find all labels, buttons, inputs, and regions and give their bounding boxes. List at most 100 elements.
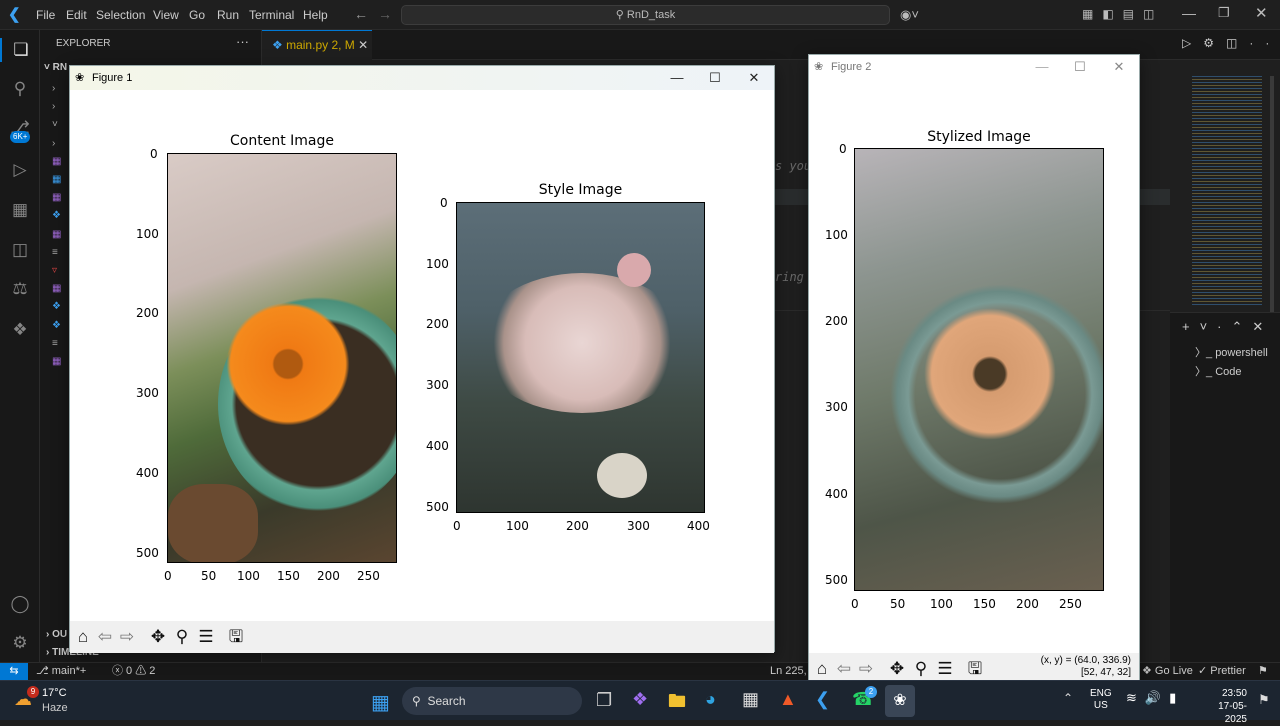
notification-bell-icon[interactable]: ⚑: [1258, 692, 1270, 708]
account-icon[interactable]: ◯: [8, 592, 32, 616]
editor-actions-icon[interactable]: ▷⚙◫···: [1182, 36, 1280, 50]
forward-icon[interactable]: ⇨: [116, 625, 138, 649]
menu-edit[interactable]: Edit: [66, 0, 87, 30]
terminal-item-code[interactable]: 〉_ Code: [1195, 363, 1241, 379]
store-icon[interactable]: ▦: [742, 689, 759, 710]
system-tray-icons[interactable]: ≋🔊▮: [1126, 690, 1184, 706]
menu-run[interactable]: Run: [217, 0, 239, 30]
taskbar: ☁ 9 17°C Haze ▦ ⚲ Search ❐ ❖ 🖿 ◕ ▦ ▲ ❮ ☎…: [0, 680, 1280, 725]
edge-icon[interactable]: ◕: [705, 689, 716, 710]
forward-icon[interactable]: ⇨: [855, 657, 877, 681]
run-debug-icon[interactable]: ▷: [8, 158, 32, 182]
maximize-icon[interactable]: ☐: [1061, 55, 1099, 79]
close-icon[interactable]: ✕: [1100, 55, 1138, 79]
nav-forward-icon[interactable]: →: [378, 6, 392, 22]
chevron-down-icon: ˅: [44, 62, 53, 73]
layout-icons[interactable]: ▦◧▤◫: [1082, 7, 1163, 21]
restore-icon[interactable]: ❐: [1218, 5, 1230, 21]
python-file-icon: ❖: [272, 38, 287, 52]
terminal-item-powershell[interactable]: 〉_ powershell: [1195, 344, 1268, 360]
nav-back-icon[interactable]: ←: [354, 6, 368, 22]
back-icon[interactable]: ⇦: [833, 657, 855, 681]
remote-icon[interactable]: ◫: [8, 238, 32, 262]
vscode-icon[interactable]: ❮: [815, 689, 830, 710]
menu-help[interactable]: Help: [303, 0, 328, 30]
broadcast-icon: ❖: [1142, 665, 1155, 677]
figure-1-title: Figure 1: [92, 72, 133, 84]
search-label: Search: [427, 694, 466, 708]
weather-badge: 9: [27, 686, 39, 698]
home-icon[interactable]: ⌂: [72, 625, 94, 649]
remote-indicator-icon[interactable]: ⇆: [0, 663, 28, 680]
stylized-image[interactable]: [854, 148, 1104, 591]
temperature[interactable]: 17°C: [42, 687, 67, 699]
brave-icon[interactable]: ▲: [779, 689, 797, 710]
start-icon[interactable]: ▦: [371, 690, 390, 715]
explorer-title: EXPLORER: [56, 38, 111, 49]
panel-actions-icon[interactable]: +˅·⌃✕: [1182, 319, 1273, 335]
menu-file[interactable]: File: [36, 0, 55, 30]
pan-icon[interactable]: ✥: [886, 657, 908, 681]
test-icon[interactable]: ⚖: [8, 277, 32, 301]
go-live-status[interactable]: ❖ Go Live: [1142, 663, 1193, 680]
figure-2-titlebar[interactable]: ❀ Figure 2 — ☐ ✕: [809, 55, 1139, 79]
save-icon[interactable]: 🖫: [225, 625, 247, 649]
task-view-icon[interactable]: ❐: [596, 690, 612, 711]
python-figure-icon[interactable]: ❀: [885, 685, 915, 717]
tab-main-py[interactable]: ❖ main.py 2, M ✕: [262, 30, 372, 60]
minimize-icon[interactable]: —: [658, 66, 696, 90]
weather-condition[interactable]: Haze: [42, 702, 68, 714]
figure-1-titlebar[interactable]: ❀ Figure 1 — ☐ ✕: [70, 66, 774, 90]
home-icon[interactable]: ⌂: [811, 657, 833, 681]
language-indicator[interactable]: ENG US: [1090, 688, 1112, 712]
extensions-icon[interactable]: ▦: [8, 198, 32, 222]
file-explorer-icon[interactable]: 🖿: [668, 689, 686, 719]
menu-terminal[interactable]: Terminal: [249, 0, 294, 30]
maximize-icon[interactable]: ☐: [696, 66, 734, 90]
pan-icon[interactable]: ✥: [147, 625, 169, 649]
save-icon[interactable]: 🖫: [964, 657, 986, 681]
menu-view[interactable]: View: [153, 0, 179, 30]
tab-close-icon[interactable]: ✕: [358, 38, 368, 52]
configure-icon[interactable]: ☰: [934, 657, 956, 681]
menu-selection[interactable]: Selection: [96, 0, 145, 30]
taskbar-search[interactable]: ⚲ Search: [402, 687, 582, 715]
minimize-icon[interactable]: —: [1182, 5, 1196, 21]
figure-2-window: ❀ Figure 2 — ☐ ✕ Stylized Image 0 100 20…: [808, 54, 1140, 685]
command-center-search[interactable]: ⚲ RnD_task: [401, 5, 890, 25]
figure-1-toolbar: ⌂ ⇦ ⇨ ✥ ⚲ ☰ 🖫: [70, 621, 774, 653]
back-icon[interactable]: ⇦: [94, 625, 116, 649]
python-icon[interactable]: ❖: [8, 318, 32, 342]
notifications-icon[interactable]: ⚑: [1258, 663, 1268, 680]
figure-2-title: Figure 2: [831, 61, 872, 73]
tray-chevron-icon[interactable]: ⌃: [1063, 691, 1073, 705]
problems-status[interactable]: ⓧ 0 ⚠ 2: [112, 663, 155, 680]
files-icon[interactable]: ❏: [0, 38, 40, 62]
settings-icon[interactable]: ⚙: [8, 631, 32, 655]
copilot-icon[interactable]: ◉˅: [900, 7, 919, 23]
minimap[interactable]: [1192, 76, 1262, 306]
minimize-icon[interactable]: —: [1023, 55, 1061, 79]
content-image[interactable]: [167, 153, 397, 563]
terminal-icon: 〉_: [1195, 366, 1216, 378]
outline-section[interactable]: › OU: [46, 629, 67, 640]
branch-icon: ⎇: [36, 665, 52, 677]
copilot-icon[interactable]: ❖: [632, 689, 648, 710]
more-actions-icon[interactable]: ···: [236, 34, 249, 49]
scm-badge: 6K+: [10, 131, 31, 143]
style-image[interactable]: [456, 202, 705, 513]
title-bar: ❮ File Edit Selection View Go Run Termin…: [0, 0, 1280, 30]
search-icon[interactable]: ⚲: [8, 77, 32, 101]
branch-status[interactable]: ⎇ main*+: [36, 663, 86, 680]
workspace-root[interactable]: ˅ RN: [44, 62, 67, 73]
zoom-icon[interactable]: ⚲: [910, 657, 932, 681]
close-icon[interactable]: ✕: [735, 66, 773, 90]
zoom-icon[interactable]: ⚲: [171, 625, 193, 649]
file-tree[interactable]: › › ˅ › ▦ ▦ ▦ ❖ ▦ ≡ ▿ ▦ ❖ ❖ ≡ ▦: [52, 80, 61, 371]
clock[interactable]: 23:50 17-05-2025: [1205, 687, 1247, 726]
prettier-status[interactable]: ✓ Prettier: [1198, 663, 1246, 680]
search-icon: ⚲: [615, 9, 627, 21]
menu-go[interactable]: Go: [189, 0, 205, 30]
close-icon[interactable]: ✕: [1255, 4, 1268, 22]
configure-icon[interactable]: ☰: [195, 625, 217, 649]
